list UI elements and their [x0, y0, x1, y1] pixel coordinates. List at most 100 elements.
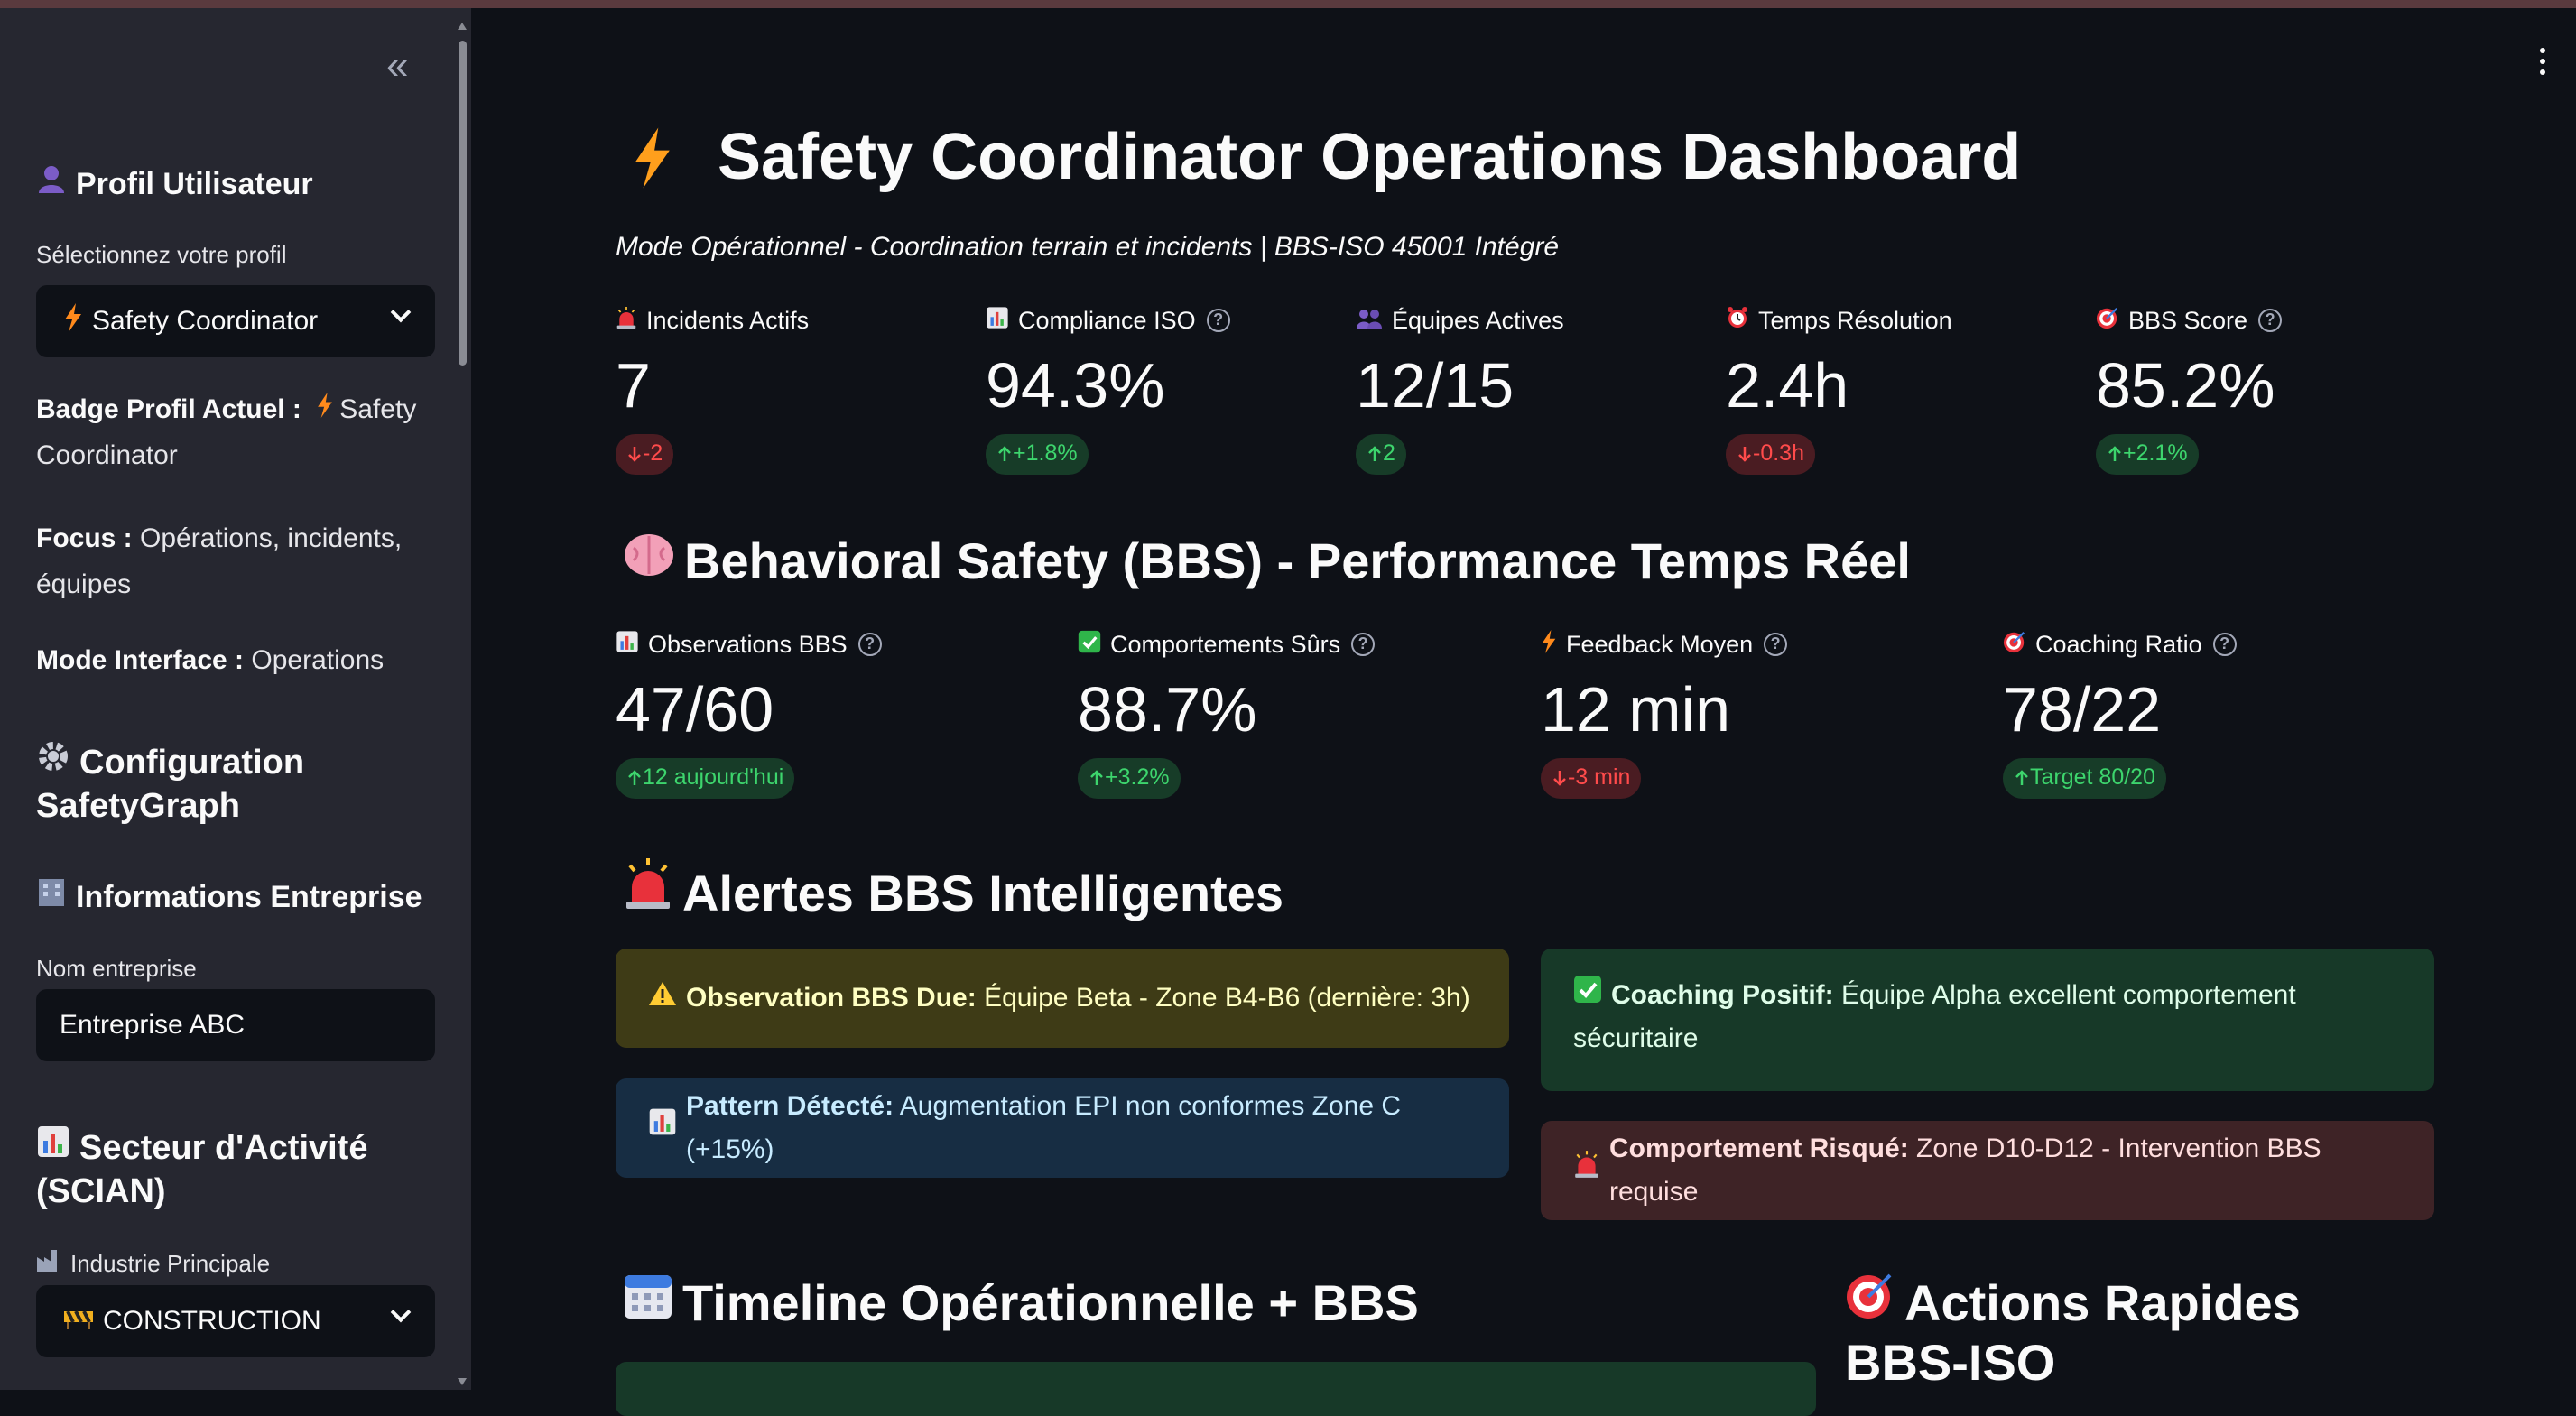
metric-delta-text: +1.8% [1013, 440, 1078, 466]
alert-pattern-detected: Pattern Détecté: Augmentation EPI non co… [616, 1078, 1509, 1178]
metric-label: BBS Score? [2096, 304, 2475, 337]
metric-delta-text: -2 [643, 440, 663, 466]
arrow-up-icon [1089, 767, 1105, 792]
chart-icon [36, 1124, 70, 1170]
metric-label: Compliance ISO? [986, 304, 1365, 337]
profile-heading-text: Profil Utilisateur [76, 167, 313, 201]
profile-select-value: Safety Coordinator [92, 306, 319, 336]
help-icon[interactable]: ? [857, 633, 882, 656]
metric-delta-text: 12 aujourd'hui [643, 764, 784, 790]
user-icon [36, 163, 67, 205]
main-menu-button[interactable] [2540, 48, 2549, 75]
metric-delta: -0.3h [1726, 434, 1815, 475]
kpis-metric: Compliance ISO? 94.3% +1.8% [986, 304, 1365, 475]
metric-delta: -3 min [1541, 758, 1642, 799]
metric-delta: +1.8% [986, 434, 1089, 475]
people-icon [1356, 307, 1383, 335]
profile-select[interactable]: Safety Coordinator [36, 285, 435, 357]
siren-icon [1573, 1149, 1600, 1192]
kpis-metric: Équipes Actives 12/15 2 [1356, 304, 1735, 475]
chart-icon [616, 630, 639, 660]
help-icon[interactable]: ? [1764, 633, 1788, 656]
building-icon [36, 876, 67, 918]
metric-label-text: Feedback Moyen [1566, 630, 1754, 658]
config-heading-text: Configuration SafetyGraph [36, 744, 305, 825]
chevron-down-icon [390, 301, 412, 323]
alert-body: Équipe Beta - Zone B4-B6 (dernière: 3h) [976, 983, 1470, 1013]
arrow-down-icon [1552, 767, 1568, 792]
alert-pattern-detected-text: Pattern Détecté: Augmentation EPI non co… [686, 1085, 1477, 1171]
scroll-down-arrow[interactable] [458, 1378, 467, 1385]
metric-delta-text: -3 min [1568, 764, 1631, 790]
check-icon [1573, 974, 1602, 1017]
bbs.metrics-metric: Feedback Moyen? 12 min -3 min [1541, 628, 1920, 799]
metric-label-text: Temps Résolution [1758, 306, 1952, 334]
metric-label: Coaching Ratio? [2003, 628, 2382, 661]
metric-label-text: Équipes Actives [1392, 306, 1564, 334]
metric-value: 47/60 [616, 674, 774, 745]
factory-icon [36, 1248, 61, 1278]
chart-icon [648, 1106, 677, 1150]
industry-select[interactable]: CONSTRUCTION [36, 1285, 435, 1357]
metric-delta-text: -0.3h [1753, 440, 1804, 466]
target-icon [1845, 1270, 1895, 1333]
chevron-down-icon [390, 1301, 412, 1323]
help-icon[interactable]: ? [2258, 309, 2283, 332]
target-icon [2003, 630, 2026, 660]
scrollbar-thumb[interactable] [459, 41, 467, 366]
bbs-heading: Behavioral Safety (BBS) - Performance Te… [623, 532, 1911, 590]
main-content: Safety Coordinator Operations Dashboard … [471, 8, 2576, 1416]
metric-label: Observations BBS? [616, 628, 995, 661]
help-icon[interactable]: ? [2212, 633, 2237, 656]
scroll-up-arrow[interactable] [458, 23, 467, 30]
metric-label-text: Observations BBS [648, 630, 848, 658]
profile-heading: Profil Utilisateur [36, 163, 313, 205]
metric-value: 94.3% [986, 350, 1165, 421]
calendar-icon [623, 1270, 673, 1332]
timeline-heading-text: Timeline Opérationnelle + BBS [682, 1274, 1419, 1331]
alert-risky-behavior-text: Comportement Risqué: Zone D10-D12 - Inte… [1609, 1127, 2402, 1214]
focus-label: Focus : [36, 523, 133, 553]
top-decoration-bar [0, 0, 2576, 8]
metric-label-text: BBS Score [2128, 306, 2248, 334]
metric-delta: 12 aujourd'hui [616, 758, 795, 799]
badge-profile: Badge Profil Actuel : Safety Coordinator [36, 386, 433, 478]
alerts-heading: Alertes BBS Intelligentes [623, 856, 1283, 922]
metric-label-text: Compliance ISO [1018, 306, 1196, 334]
collapse-sidebar-button[interactable]: « [386, 46, 408, 86]
metric-label: Comportements Sûrs? [1078, 628, 1457, 661]
bbs.metrics-metric: Comportements Sûrs? 88.7% +3.2% [1078, 628, 1457, 799]
bbs.metrics-metric: Coaching Ratio? 78/22 Target 80/20 [2003, 628, 2382, 799]
bbs.metrics-metric: Observations BBS? 47/60 12 aujourd'hui [616, 628, 995, 799]
page-subtitle: Mode Opérationnel - Coordination terrain… [616, 232, 1560, 262]
brain-icon [623, 532, 675, 590]
help-icon[interactable]: ? [1351, 633, 1376, 656]
sidebar-scrollbar[interactable] [457, 23, 468, 1385]
company-heading-text: Informations Entreprise [76, 880, 422, 914]
metric-value: 12/15 [1356, 350, 1515, 421]
alarm-clock-icon [1726, 306, 1749, 336]
kpis-metric: BBS Score? 85.2% +2.1% [2096, 304, 2475, 475]
bolt-icon [1541, 629, 1557, 660]
industry-label: Industrie Principale [36, 1248, 270, 1278]
company-name-input[interactable] [36, 989, 435, 1061]
help-icon[interactable]: ? [1206, 309, 1230, 332]
kpis-metric: Temps Résolution 2.4h -0.3h [1726, 304, 2105, 475]
arrow-down-icon [1737, 443, 1753, 468]
metric-delta: 2 [1356, 434, 1406, 475]
mode-label: Mode Interface : [36, 645, 245, 675]
arrow-up-icon [1367, 443, 1383, 468]
metric-label: Temps Résolution [1726, 304, 2105, 337]
siren-icon [616, 306, 637, 336]
arrow-down-icon [626, 443, 643, 468]
metric-value: 88.7% [1078, 674, 1257, 745]
gear-icon [36, 739, 70, 784]
metric-delta-text: Target 80/20 [2030, 764, 2155, 790]
check-icon [1078, 630, 1101, 660]
metric-delta-text: +3.2% [1105, 764, 1170, 790]
metric-label-text: Comportements Sûrs [1110, 630, 1341, 658]
metric-delta-text: +2.1% [2123, 440, 2188, 466]
sector-heading-text: Secteur d'Activité (SCIAN) [36, 1129, 368, 1210]
alert-title: Coaching Positif: [1611, 980, 1834, 1010]
metric-value: 2.4h [1726, 350, 1849, 421]
